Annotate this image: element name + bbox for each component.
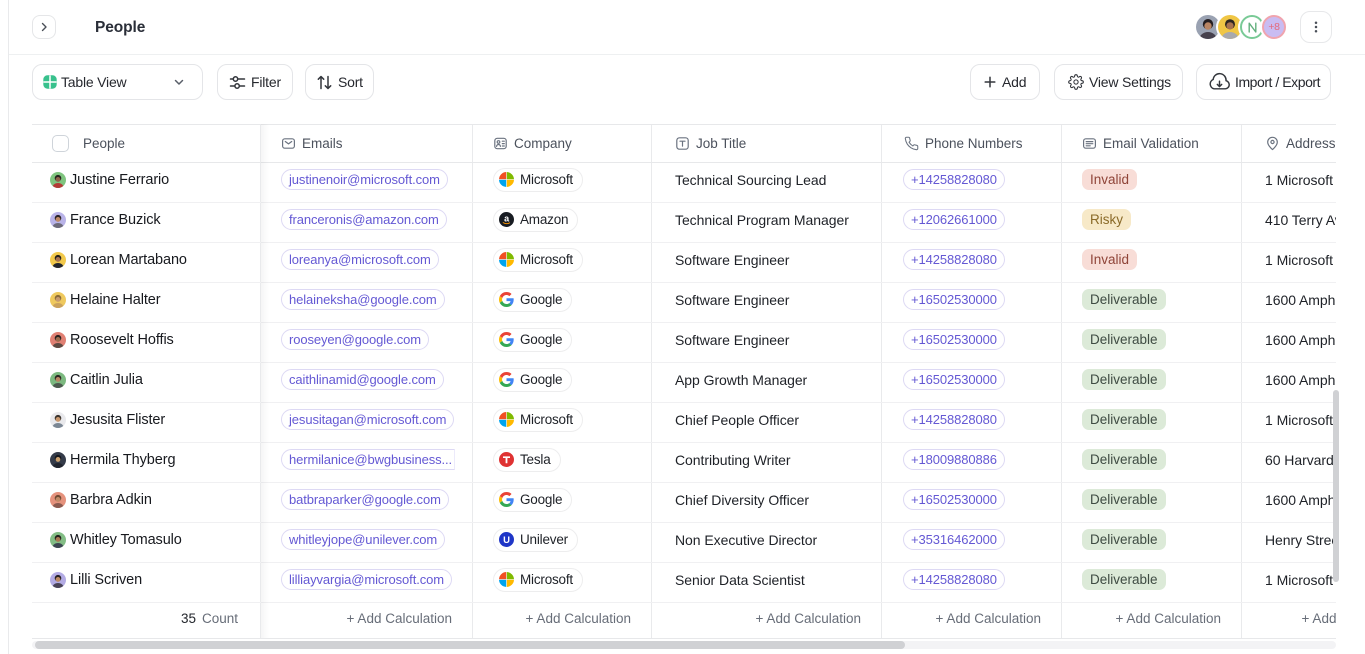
svg-text:U: U [503, 535, 510, 546]
